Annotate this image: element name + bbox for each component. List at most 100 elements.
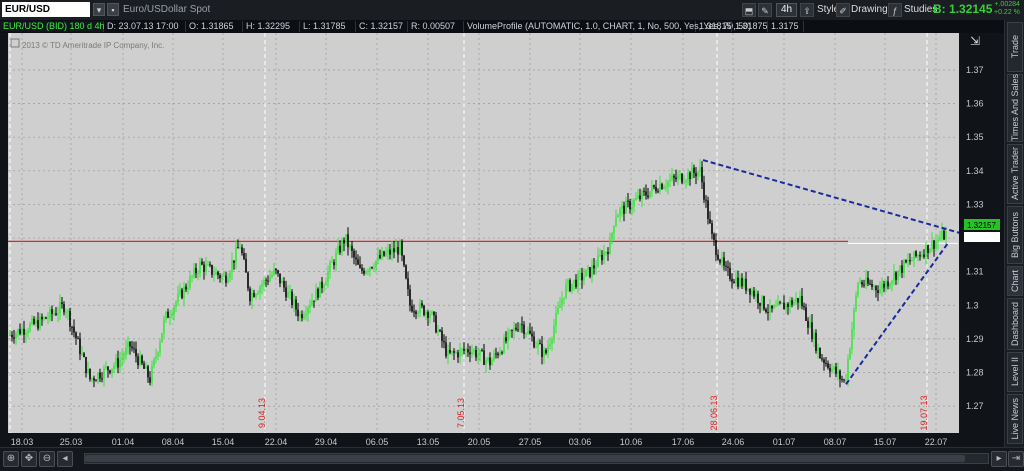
candle-body — [641, 190, 643, 200]
drawings-icon[interactable]: ✐ — [836, 3, 850, 17]
candle-body — [903, 260, 905, 273]
candle-body — [933, 240, 935, 249]
x-tick-label: 03.06 — [569, 437, 592, 447]
candle-body — [477, 354, 479, 358]
candle-body — [821, 358, 823, 360]
candle-body — [843, 379, 845, 381]
zoom-in-icon[interactable]: ⊕ — [3, 451, 19, 467]
bid-price: B: 1.32145 — [933, 2, 992, 16]
candle-body — [255, 294, 257, 297]
timeframe-selector[interactable]: 4h — [776, 3, 798, 17]
candle-body — [563, 297, 565, 300]
candle-body — [745, 278, 747, 291]
candle-body — [523, 324, 525, 335]
tab-dashboard[interactable]: Dashboard — [1007, 298, 1023, 350]
tab-trade[interactable]: Trade — [1007, 22, 1023, 72]
candle-body — [681, 173, 683, 183]
candle-body — [925, 244, 927, 257]
candle-body — [267, 280, 269, 282]
y-tick-label: 1.36 — [966, 99, 984, 109]
candle-body — [613, 225, 615, 234]
expand-icon[interactable]: ⇲ — [970, 34, 980, 48]
candle-body — [437, 330, 439, 333]
candle-body — [841, 379, 843, 381]
change-pct: +0.22 % — [994, 9, 1020, 16]
candle-body — [839, 370, 841, 380]
candle-body — [557, 307, 559, 313]
candle-body — [517, 329, 519, 331]
candle-body — [649, 191, 651, 198]
horizontal-scrollbar[interactable] — [84, 453, 989, 464]
tab-active-trader[interactable]: Active Trader — [1007, 144, 1023, 204]
wrench-icon[interactable]: ✎ — [758, 3, 772, 17]
studies-icon[interactable]: ƒ — [888, 3, 902, 17]
share-icon[interactable]: ⇪ — [800, 3, 814, 17]
tab-live-news[interactable]: Live News — [1007, 394, 1023, 444]
tab-chart[interactable]: Chart — [1007, 266, 1023, 296]
info-high: H: 1.32295 — [243, 21, 300, 32]
candle-body — [625, 200, 627, 214]
candle-body — [11, 334, 13, 338]
candle-body — [597, 255, 599, 267]
scroll-right-icon[interactable]: ▸ — [991, 451, 1007, 467]
y-tick-label: 1.31 — [966, 267, 984, 277]
candle-body — [167, 311, 169, 318]
candle-body — [217, 272, 219, 276]
candle-body — [667, 181, 669, 187]
candle-body — [9, 334, 11, 336]
candle-body — [99, 372, 101, 379]
symbol-dropdown-icon[interactable]: ▾ — [93, 3, 105, 16]
candle-body — [169, 316, 171, 318]
tab-times-and-sales[interactable]: Times And Sales — [1007, 74, 1023, 142]
candle-body — [671, 175, 673, 180]
candle-body — [55, 313, 57, 315]
candle-body — [133, 348, 135, 350]
candle-body — [573, 279, 575, 284]
link-icon[interactable]: ▪ — [107, 3, 119, 16]
candle-body — [337, 245, 339, 253]
candle-body — [653, 185, 655, 188]
candle-body — [141, 355, 143, 364]
candle-body — [383, 251, 385, 256]
scroll-left-icon[interactable]: ◂ — [57, 451, 73, 467]
candle-body — [603, 252, 605, 261]
candle-body — [103, 367, 105, 379]
candle-body — [209, 264, 211, 266]
candle-body — [415, 311, 417, 314]
copyright-text: 2013 © TD Ameritrade IP Company, Inc. — [22, 41, 164, 50]
candle-body — [475, 350, 477, 358]
tab-level-ii[interactable]: Level II — [1007, 352, 1023, 392]
candle-body — [873, 286, 875, 288]
chart-settings-icon[interactable]: ⬒ — [742, 3, 756, 17]
scroll-end-icon[interactable]: ⇥ — [1008, 451, 1024, 467]
candle-body — [775, 305, 777, 307]
candle-body — [341, 240, 343, 253]
candle-body — [755, 293, 757, 297]
scrollbar-thumb[interactable] — [85, 455, 965, 462]
candle-body — [313, 300, 315, 302]
candle-body — [325, 281, 327, 286]
price-chart[interactable]: 9.04.13 7.05.13 28.06.13 19.07.13 1.27 1.28 1… — [0, 33, 1004, 447]
candle-body — [435, 315, 437, 333]
candle-body — [833, 366, 835, 369]
candle-body — [495, 353, 497, 355]
pan-icon[interactable]: ✥ — [21, 451, 37, 467]
candle-body — [265, 279, 267, 281]
y-tick-label: 1.35 — [966, 132, 984, 142]
candle-body — [83, 353, 85, 358]
candle-body — [651, 185, 653, 192]
candle-body — [515, 327, 517, 330]
symbol-input[interactable]: EUR/USD — [2, 2, 90, 17]
candle-body — [237, 247, 239, 249]
candle-body — [259, 286, 261, 293]
candle-body — [231, 260, 233, 273]
drawings-button[interactable]: Drawings — [851, 3, 893, 17]
candle-body — [865, 277, 867, 286]
candle-body — [623, 205, 625, 214]
candle-body — [327, 271, 329, 282]
chart-area[interactable]: 9.04.13 7.05.13 28.06.13 19.07.13 1.27 1.28 1… — [0, 33, 1024, 447]
zoom-out-icon[interactable]: ⊖ — [39, 451, 55, 467]
tab-big-buttons[interactable]: Big Buttons — [1007, 206, 1023, 264]
candle-body — [193, 267, 195, 277]
candle-body — [35, 320, 37, 324]
